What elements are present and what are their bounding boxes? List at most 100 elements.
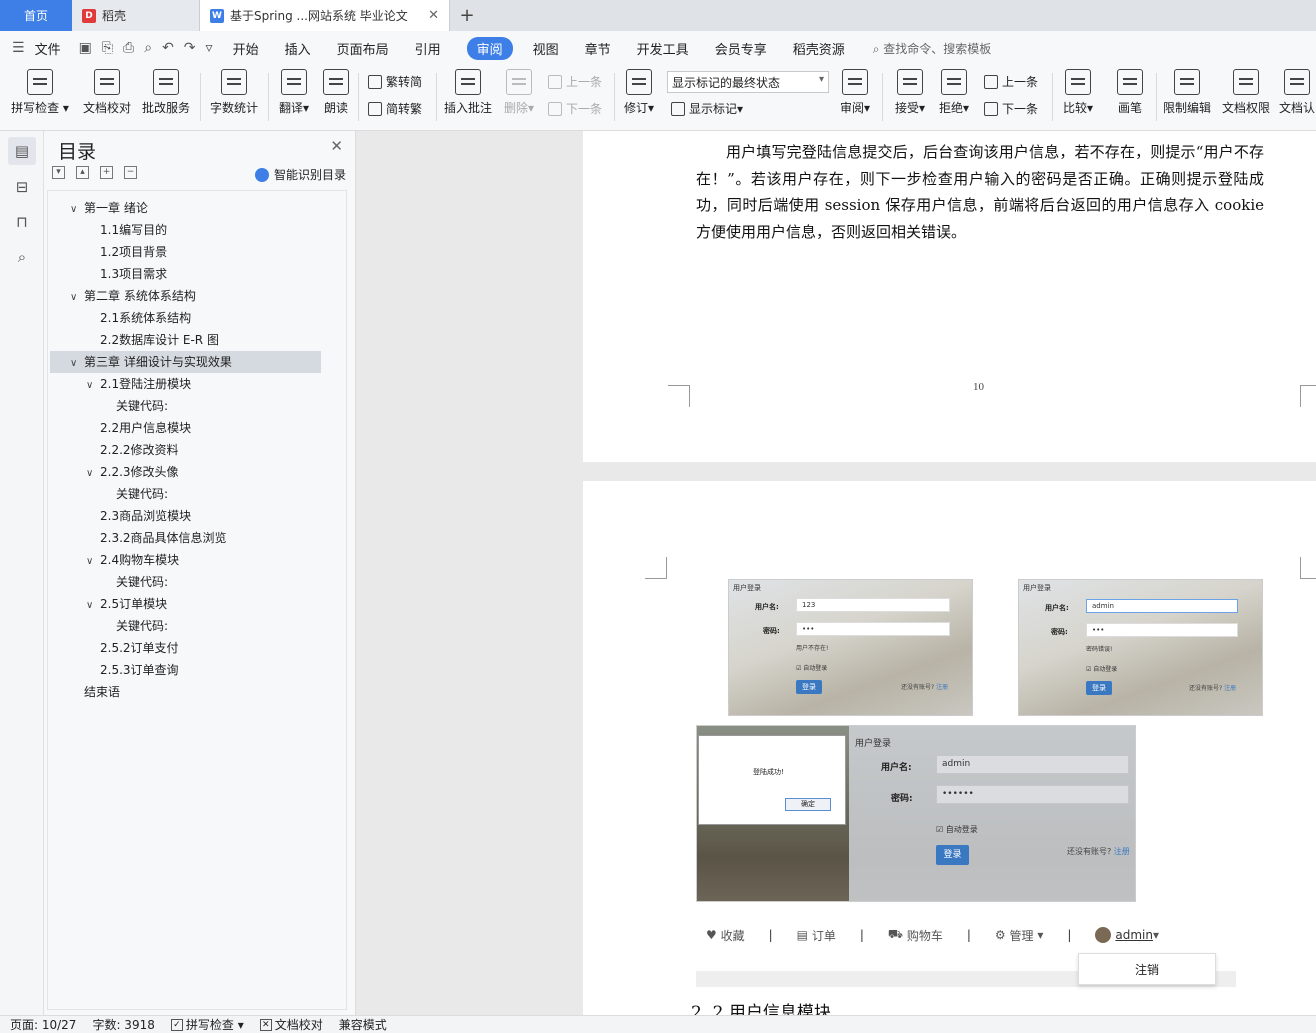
toc-item[interactable]: ∨ 2.4购物车模块	[86, 549, 179, 571]
search-icon[interactable]: ⌕	[8, 243, 36, 271]
translate-button[interactable]: 翻译▾	[274, 65, 314, 116]
redo-icon[interactable]: ↷	[184, 40, 196, 56]
print-icon[interactable]: ⎙	[123, 40, 134, 56]
toc-item[interactable]: 2.1系统体系结构	[86, 307, 191, 329]
toc-item[interactable]: 2.3商品浏览模块	[86, 505, 191, 527]
accept-button[interactable]: 接受▾	[890, 65, 930, 116]
collapse-all-icon[interactable]: ▴	[76, 166, 89, 179]
toc-item[interactable]: 关键代码:	[102, 395, 168, 417]
undo-icon[interactable]: ↶	[162, 40, 174, 56]
spell-check-button[interactable]: 拼写检查 ▾	[8, 65, 72, 116]
toc-panel-icon[interactable]: ▤	[8, 137, 36, 165]
save-icon[interactable]: ▣	[79, 40, 92, 56]
menu-developer[interactable]: 开发工具	[637, 39, 689, 58]
add-heading-icon[interactable]: +	[100, 166, 113, 179]
review-pane-button[interactable]: 审阅▾	[836, 65, 874, 116]
chevron-down-icon[interactable]: ∨	[86, 595, 100, 617]
word-count-indicator[interactable]: 字数: 3918	[92, 1016, 154, 1033]
menu-section[interactable]: 章节	[585, 39, 611, 58]
toc-item[interactable]: 关键代码:	[102, 483, 168, 505]
toc-item[interactable]: 关键代码:	[102, 615, 168, 637]
export-pdf-icon[interactable]: ⎘	[102, 40, 113, 56]
document-area[interactable]: 用户填写完登陆信息提交后，后台查询该用户信息，若不存在，则提示“用户不存在！”。…	[356, 131, 1316, 1015]
toc-item[interactable]: 1.1编写目的	[86, 219, 167, 241]
trad-to-simp-button[interactable]: 繁转简	[368, 73, 422, 90]
track-changes-button[interactable]: 修订▾	[620, 65, 658, 116]
next-change-button[interactable]: 下一条	[984, 100, 1038, 117]
menu-view[interactable]: 视图	[533, 39, 559, 58]
close-tab-icon[interactable]: ✕	[428, 8, 439, 23]
show-markup-button[interactable]: 显示标记 ▾	[671, 100, 743, 117]
restrict-editing-button[interactable]: 限制编辑	[1160, 65, 1214, 116]
toc-item[interactable]: ∨ 2.1登陆注册模块	[86, 373, 191, 395]
menu-page-layout[interactable]: 页面布局	[337, 39, 389, 58]
toc-item[interactable]: ∨ 第二章 系统体系结构	[70, 285, 196, 307]
toc-item[interactable]: 2.2数据库设计 E-R 图	[86, 329, 219, 351]
toc-item[interactable]: 2.5.3订单查询	[86, 659, 179, 681]
expand-all-icon[interactable]: ▾	[52, 166, 65, 179]
pen-button[interactable]: 画笔	[1110, 65, 1150, 116]
revise-service-button[interactable]: 批改服务	[138, 65, 194, 116]
toc-item[interactable]: 2.2.2修改资料	[86, 439, 179, 461]
new-tab-button[interactable]: +	[450, 0, 484, 31]
prev-comment-button[interactable]: 上一条	[548, 73, 602, 90]
menu-member[interactable]: 会员专享	[715, 39, 767, 58]
toc-item[interactable]: 2.3.2商品具体信息浏览	[86, 527, 227, 549]
chevron-down-icon[interactable]: ∨	[70, 199, 84, 221]
toc-item[interactable]: ∨ 2.2.3修改头像	[86, 461, 179, 483]
simp-to-trad-button[interactable]: 简转繁	[368, 100, 422, 117]
toc-item[interactable]: 结束语	[70, 681, 120, 703]
translate-icon	[281, 69, 307, 95]
toc-item[interactable]: ∨ 第一章 绪论	[70, 197, 148, 219]
toc-item[interactable]: 关键代码:	[102, 571, 168, 593]
toc-item[interactable]: 1.3项目需求	[86, 263, 167, 285]
close-icon[interactable]: ✕	[330, 137, 343, 155]
doc-auth-button[interactable]: 文档认	[1278, 65, 1316, 116]
menu-references[interactable]: 引用	[415, 39, 441, 58]
next-comment-button[interactable]: 下一条	[548, 100, 602, 117]
menu-review[interactable]: 审阅	[466, 36, 513, 60]
bookmark-icon[interactable]: ⊓	[8, 208, 36, 236]
tab-daoke[interactable]: D 稻壳	[72, 0, 200, 31]
proofread-icon	[94, 69, 120, 95]
proofread-button[interactable]: 文档校对	[78, 65, 136, 116]
word-count-button[interactable]: 字数统计	[206, 65, 262, 116]
menu-insert[interactable]: 插入	[285, 39, 311, 58]
chevron-down-icon[interactable]: ∨	[70, 353, 84, 375]
print-preview-icon[interactable]: ⌕	[144, 40, 152, 56]
status-spell-check[interactable]: ✓ 拼写检查 ▾	[170, 1016, 244, 1033]
markup-state-select[interactable]: 显示标记的最终状态	[667, 71, 829, 93]
chevron-down-icon[interactable]: ∨	[86, 551, 100, 573]
username-input: admin	[936, 755, 1129, 774]
read-aloud-button[interactable]: 朗读	[318, 65, 354, 116]
toc-item[interactable]: 2.5.2订单支付	[86, 637, 179, 659]
chevron-down-icon[interactable]: ∨	[86, 375, 100, 397]
doc-permission-button[interactable]: 文档权限	[1218, 65, 1274, 116]
status-proofread[interactable]: ✕ 文档校对	[259, 1016, 323, 1033]
menu-daoke-resources[interactable]: 稻壳资源	[793, 39, 845, 58]
command-search[interactable]: ⌕ 查找命令、搜索模板	[873, 40, 992, 57]
compare-button[interactable]: 比较▾	[1058, 65, 1098, 116]
customize-chevron-icon[interactable]: ▿	[206, 40, 213, 56]
toc-item[interactable]: ∨ 第三章 详细设计与实现效果	[50, 351, 321, 373]
toc-item[interactable]: ∨ 2.5订单模块	[86, 593, 167, 615]
menu-file[interactable]: 文件	[35, 39, 61, 58]
toc-item[interactable]: 1.2项目背景	[86, 241, 167, 263]
smart-toc-button[interactable]: 智能识别目录	[254, 166, 346, 183]
hamburger-icon[interactable]: ☰	[12, 40, 25, 56]
delete-comment-button[interactable]: 删除▾	[500, 65, 538, 116]
divider	[1156, 73, 1157, 121]
command-search-label: 查找命令、搜索模板	[883, 41, 992, 56]
remove-heading-icon[interactable]: −	[124, 166, 137, 179]
reject-button[interactable]: 拒绝▾	[934, 65, 974, 116]
insert-comment-button[interactable]: 插入批注	[440, 65, 496, 116]
tab-document[interactable]: W 基于Spring ...网站系统 毕业论文 ✕	[200, 0, 450, 31]
navigation-icon[interactable]: ⊟	[8, 173, 36, 201]
menu-home[interactable]: 开始	[233, 39, 259, 58]
toc-item[interactable]: 2.2用户信息模块	[86, 417, 191, 439]
chevron-down-icon[interactable]: ∨	[86, 463, 100, 485]
tab-home[interactable]: 首页	[0, 0, 72, 31]
page-indicator[interactable]: 页面: 10/27	[10, 1016, 76, 1033]
chevron-down-icon[interactable]: ∨	[70, 287, 84, 309]
prev-change-button[interactable]: 上一条	[984, 73, 1038, 90]
